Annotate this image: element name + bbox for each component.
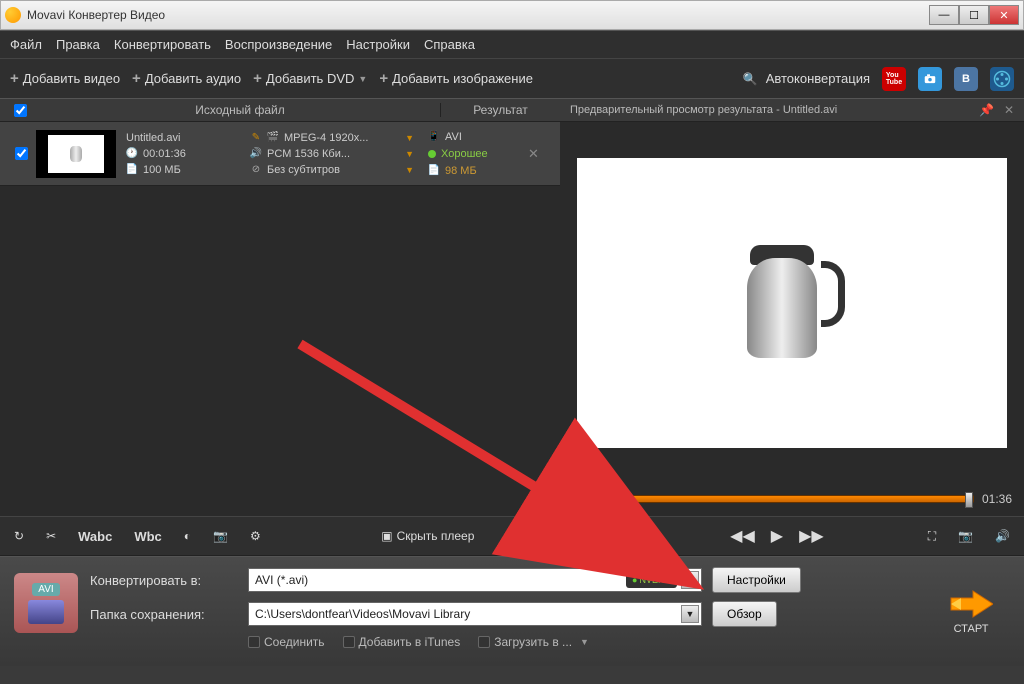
- file-size: 100 МБ: [143, 164, 181, 176]
- file-thumbnail: [36, 130, 116, 178]
- brightness-button[interactable]: ◐: [184, 529, 191, 543]
- save-folder-combo[interactable]: C:\Users\dontfear\Videos\Movavi Library …: [248, 602, 702, 626]
- file-name: Untitled.avi: [126, 132, 180, 144]
- remove-file-button[interactable]: ✕: [522, 146, 545, 162]
- video-icon: 🎬: [267, 132, 279, 144]
- close-preview-button[interactable]: ✕: [1004, 103, 1014, 117]
- close-button[interactable]: ✕: [989, 5, 1019, 25]
- before-after-tabs: До После: [548, 525, 646, 547]
- menu-convert[interactable]: Конвертировать: [114, 37, 211, 52]
- preview-canvas: [577, 158, 1007, 448]
- add-audio-button[interactable]: +Добавить аудио: [132, 70, 241, 87]
- no-subtitles-icon: ⊘: [250, 164, 262, 176]
- convert-to-combo[interactable]: AVI (*.avi) ●NVENC ▼: [248, 568, 702, 592]
- film-reel-icon[interactable]: [990, 67, 1014, 91]
- rotate-button[interactable]: ↻: [14, 529, 24, 543]
- next-button[interactable]: ▶▶: [799, 526, 824, 546]
- device-icon: 📱: [428, 131, 440, 143]
- format-badge: AVI: [32, 583, 59, 596]
- file-duration: 00:01:36: [143, 148, 186, 160]
- file-icon: 📄: [428, 165, 440, 177]
- menu-bar: Файл Правка Конвертировать Воспроизведен…: [0, 30, 1024, 58]
- preview-image: [747, 243, 837, 363]
- dropdown-icon[interactable]: ▼: [681, 571, 699, 589]
- join-checkbox[interactable]: Соединить: [248, 635, 325, 649]
- window-title: Movavi Конвертер Видео: [27, 8, 929, 22]
- minimize-button[interactable]: —: [929, 5, 959, 25]
- quality-dot-icon: [428, 150, 436, 158]
- autoconvert-button[interactable]: Автоконвертация: [743, 71, 870, 86]
- clock-icon: 🕐: [126, 148, 138, 160]
- result-header: Результат: [440, 103, 560, 117]
- dropdown-icon[interactable]: ▼: [405, 133, 414, 143]
- window-titlebar: Movavi Конвертер Видео — ☐ ✕: [0, 0, 1024, 30]
- vk-icon[interactable]: B: [954, 67, 978, 91]
- play-button[interactable]: ▶: [771, 526, 783, 546]
- preview-area: [560, 122, 1024, 482]
- tab-before[interactable]: До: [548, 525, 588, 547]
- format-icon: AVI: [14, 573, 78, 633]
- timeline-start: 00:00: [572, 492, 602, 506]
- file-checkbox[interactable]: [15, 147, 28, 160]
- save-folder-label: Папка сохранения:: [90, 607, 238, 622]
- timeline-end-marker[interactable]: [965, 492, 973, 508]
- file-row[interactable]: Untitled.avi 🕐 00:01:36 📄 100 МБ ✎ 🎬 MPEG-4 …: [0, 122, 560, 186]
- audio-icon: 🔊: [250, 148, 262, 160]
- itunes-checkbox[interactable]: Добавить в iTunes: [343, 635, 461, 649]
- menu-playback[interactable]: Воспроизведение: [225, 37, 332, 52]
- start-button[interactable]: [949, 589, 993, 619]
- timeline-track[interactable]: [610, 495, 974, 503]
- timeline-end-time: 01:36: [982, 492, 1012, 506]
- browse-button[interactable]: Обзор: [712, 601, 777, 627]
- audio-codec: PCM 1536 Кби...: [267, 148, 350, 160]
- hide-player-button[interactable]: ▣ Скрыть плеер: [381, 529, 474, 543]
- settings-button[interactable]: Настройки: [712, 567, 801, 593]
- camera-button[interactable]: 📷: [958, 529, 973, 543]
- menu-help[interactable]: Справка: [424, 37, 475, 52]
- pin-icon[interactable]: 📌: [979, 103, 994, 117]
- preview-title: Предварительный просмотр результата - Un…: [570, 104, 837, 116]
- watermark-dst-button[interactable]: Wbc: [134, 529, 161, 544]
- preview-header: Предварительный просмотр результата - Un…: [560, 98, 1024, 122]
- timeline: 00:00 01:36: [560, 482, 1024, 516]
- fullscreen-button[interactable]: ⛶: [928, 529, 936, 544]
- youtube-icon[interactable]: YouTube: [882, 67, 906, 91]
- upload-checkbox[interactable]: Загрузить в ...▼: [478, 635, 589, 649]
- file-icon: 📄: [126, 164, 138, 176]
- snapshot-button[interactable]: 📷: [213, 529, 228, 543]
- add-dvd-button[interactable]: +Добавить DVD▼: [253, 70, 367, 87]
- file-list-header: Исходный файл Результат: [0, 98, 560, 122]
- camera-icon[interactable]: [918, 67, 942, 91]
- source-header: Исходный файл: [40, 103, 440, 117]
- file-list-empty-area: [0, 186, 560, 516]
- nvenc-badge: ●NVENC: [626, 572, 677, 588]
- output-size: 98 МБ: [445, 165, 477, 177]
- tab-after[interactable]: После: [588, 525, 646, 547]
- output-quality: Хорошее: [441, 148, 488, 160]
- watermark-src-button[interactable]: Wabc: [78, 529, 112, 544]
- main-toolbar: +Добавить видео +Добавить аудио +Добавит…: [0, 58, 1024, 98]
- subtitles: Без субтитров: [267, 164, 340, 176]
- volume-button[interactable]: 🔊: [995, 529, 1010, 543]
- add-video-button[interactable]: +Добавить видео: [10, 70, 120, 87]
- maximize-button[interactable]: ☐: [959, 5, 989, 25]
- pencil-icon[interactable]: ✎: [250, 132, 262, 144]
- output-format: AVI: [445, 131, 462, 143]
- adjust-button[interactable]: ⚙: [250, 529, 261, 543]
- convert-to-label: Конвертировать в:: [90, 573, 238, 588]
- timeline-handle[interactable]: [611, 490, 623, 510]
- menu-file[interactable]: Файл: [10, 37, 42, 52]
- add-image-button[interactable]: +Добавить изображение: [379, 70, 533, 87]
- video-codec: MPEG-4 1920x...: [284, 132, 368, 144]
- dropdown-icon[interactable]: ▼: [405, 165, 414, 175]
- menu-settings[interactable]: Настройки: [346, 37, 410, 52]
- crop-button[interactable]: ✂: [46, 529, 56, 543]
- prev-button[interactable]: ◀◀: [730, 526, 755, 546]
- select-all-checkbox[interactable]: [14, 104, 27, 117]
- menu-edit[interactable]: Правка: [56, 37, 100, 52]
- app-icon: [5, 7, 21, 23]
- dropdown-icon[interactable]: ▼: [681, 605, 699, 623]
- dropdown-icon[interactable]: ▼: [405, 149, 414, 159]
- start-label: СТАРТ: [954, 623, 989, 635]
